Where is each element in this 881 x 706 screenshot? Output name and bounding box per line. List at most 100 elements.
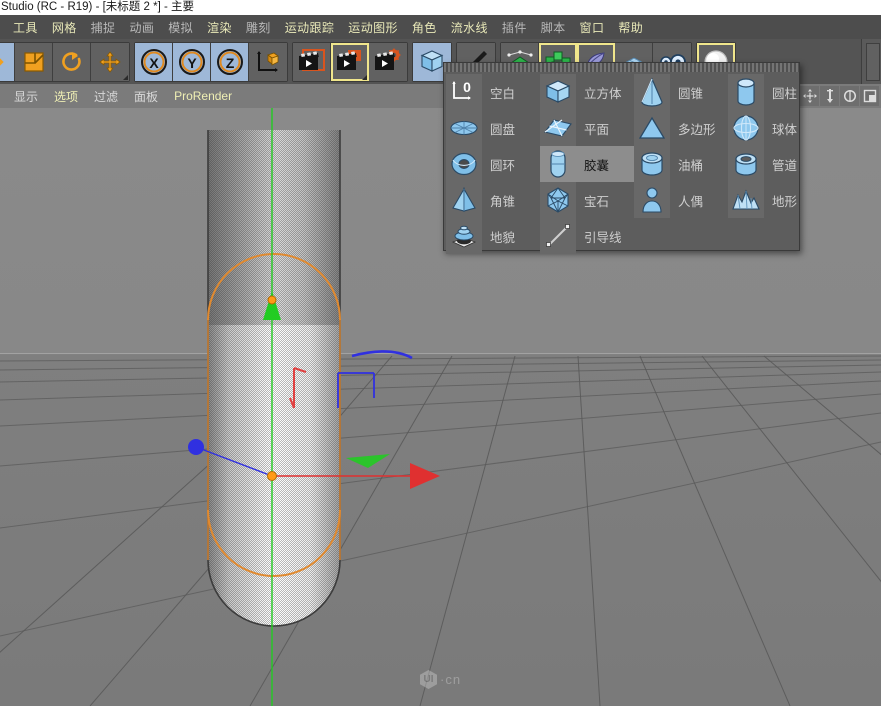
- position-icon[interactable]: [91, 43, 129, 81]
- guide-line-icon: [540, 218, 576, 254]
- axis-z-icon[interactable]: Z: [211, 43, 249, 81]
- polygon-icon: [634, 110, 670, 146]
- menu-item-snap[interactable]: 捕捉: [84, 17, 123, 38]
- viewport-menu-options[interactable]: 选项: [46, 86, 86, 107]
- palette-column-4: 圆柱 球体 管道 地形: [728, 74, 822, 254]
- scale-icon[interactable]: [15, 43, 53, 81]
- menu-item-help[interactable]: 帮助: [611, 17, 650, 38]
- palette-item-label: 圆锥: [670, 83, 728, 102]
- palette-item-cone[interactable]: 圆锥: [634, 74, 728, 110]
- move-arrow-icon[interactable]: [0, 43, 15, 81]
- world-object-icon[interactable]: [249, 43, 287, 81]
- viewport-menu-filter[interactable]: 过滤: [86, 86, 126, 107]
- viewport-menu-panel[interactable]: 面板: [126, 86, 166, 107]
- application-window: Studio (RC - R19) - [未标题 2 *] - 主要 工具 网格…: [0, 0, 881, 706]
- relief-icon: [446, 218, 482, 254]
- svg-text:0: 0: [463, 79, 471, 95]
- menu-item-tools[interactable]: 工具: [6, 17, 45, 38]
- capsule-object[interactable]: [205, 130, 375, 706]
- palette-item-label: 多边形: [670, 119, 728, 138]
- menu-item-sculpt[interactable]: 雕刻: [239, 17, 278, 38]
- menu-item-character[interactable]: 角色: [405, 17, 444, 38]
- palette-item-torus[interactable]: 圆环: [446, 146, 540, 182]
- menu-item-render[interactable]: 渲染: [200, 17, 239, 38]
- orbit-icon[interactable]: [840, 86, 859, 106]
- palette-item-figure[interactable]: 人偶: [634, 182, 728, 218]
- axis-x-icon[interactable]: X: [135, 43, 173, 81]
- right-panel-strip: [861, 39, 881, 85]
- palette-item-tube[interactable]: 管道: [728, 146, 822, 182]
- palette-column-1: 0 空白 圆盘 圆环: [446, 74, 540, 254]
- palette-column-2: 立方体 平面 胶囊 宝: [540, 74, 634, 254]
- svg-text:Z: Z: [225, 55, 234, 71]
- palette-item-label: 平面: [576, 119, 634, 138]
- toolbar-group-transform: [0, 42, 130, 82]
- pyramid-icon: [446, 182, 482, 218]
- menu-item-simulate[interactable]: 模拟: [161, 17, 200, 38]
- palette-item-pyramid[interactable]: 角锥: [446, 182, 540, 218]
- palette-item-sphere[interactable]: 球体: [728, 110, 822, 146]
- palette-drag-grip[interactable]: [444, 63, 799, 72]
- menu-item-animation[interactable]: 动画: [122, 17, 161, 38]
- plane-icon: [540, 110, 576, 146]
- figure-icon: [634, 182, 670, 218]
- palette-item-label: 管道: [764, 155, 822, 174]
- palette-item-label: 球体: [764, 119, 822, 138]
- viewport-menu-display[interactable]: 显示: [6, 86, 46, 107]
- menu-item-mograph[interactable]: 运动图形: [341, 17, 405, 38]
- sphere-icon: [728, 110, 764, 146]
- capsule-icon: [540, 146, 576, 182]
- main-menu-bar: 工具 网格 捕捉 动画 模拟 渲染 雕刻 运动跟踪 运动图形 角色 流水线 插件…: [0, 15, 881, 39]
- palette-item-label: 宝石: [576, 191, 634, 210]
- palette-item-label: 油桶: [670, 155, 728, 174]
- render-picture-icon[interactable]: [331, 43, 369, 81]
- palette-item-label: 地形: [764, 191, 822, 210]
- palette-item-landscape[interactable]: 地形: [728, 182, 822, 218]
- palette-item-label: 空白: [482, 83, 540, 102]
- right-panel-tab[interactable]: [866, 43, 880, 81]
- axis-y-icon[interactable]: Y: [173, 43, 211, 81]
- menu-item-pipeline[interactable]: 流水线: [444, 17, 495, 38]
- render-view-icon[interactable]: [293, 43, 331, 81]
- menu-item-motiontrack[interactable]: 运动跟踪: [278, 17, 342, 38]
- palette-item-platonic[interactable]: 宝石: [540, 182, 634, 218]
- palette-item-guide-line[interactable]: 引导线: [540, 218, 634, 254]
- cone-icon: [634, 74, 670, 110]
- menu-item-script[interactable]: 脚本: [534, 17, 573, 38]
- viewport-menu-prorender[interactable]: ProRender: [166, 87, 240, 105]
- window-title: Studio (RC - R19) - [未标题 2 *] - 主要: [1, 1, 194, 13]
- dolly-icon[interactable]: [820, 86, 839, 106]
- palette-item-label: 圆盘: [482, 119, 540, 138]
- palette-item-label: 引导线: [576, 227, 634, 246]
- palette-item-polygon[interactable]: 多边形: [634, 110, 728, 146]
- palette-item-disc[interactable]: 圆盘: [446, 110, 540, 146]
- palette-item-spacer-c4: [728, 218, 822, 254]
- palette-item-capsule[interactable]: 胶囊: [540, 146, 634, 182]
- tube-icon: [728, 146, 764, 182]
- palette-item-cylinder[interactable]: 圆柱: [728, 74, 822, 110]
- palette-item-label: 圆环: [482, 155, 540, 174]
- watermark: UI ·cn: [420, 670, 461, 689]
- watermark-mark: UI: [420, 670, 437, 689]
- cylinder-icon: [728, 74, 764, 110]
- menu-item-plugins[interactable]: 插件: [495, 17, 534, 38]
- maximize-viewport-icon[interactable]: [860, 86, 879, 106]
- palette-item-label: 角锥: [482, 191, 540, 210]
- rotate-icon[interactable]: [53, 43, 91, 81]
- palette-item-cube[interactable]: 立方体: [540, 74, 634, 110]
- palette-item-plane[interactable]: 平面: [540, 110, 634, 146]
- spacer-icon: [728, 218, 764, 254]
- palette-item-label: 胶囊: [576, 155, 634, 174]
- platonic-icon: [540, 182, 576, 218]
- render-settings-icon[interactable]: [369, 43, 407, 81]
- oil-tank-icon: [634, 146, 670, 182]
- palette-item-relief[interactable]: 地貌: [446, 218, 540, 254]
- toolbar-group-render: [292, 42, 408, 82]
- primitive-objects-palette[interactable]: 0 空白 圆盘 圆环: [443, 62, 800, 251]
- palette-item-null[interactable]: 0 空白: [446, 74, 540, 110]
- menu-item-window[interactable]: 窗口: [573, 17, 612, 38]
- palette-item-label: 人偶: [670, 191, 728, 210]
- palette-column-3: 圆锥 多边形 油桶 人: [634, 74, 728, 254]
- menu-item-mesh[interactable]: 网格: [45, 17, 84, 38]
- palette-item-oil-tank[interactable]: 油桶: [634, 146, 728, 182]
